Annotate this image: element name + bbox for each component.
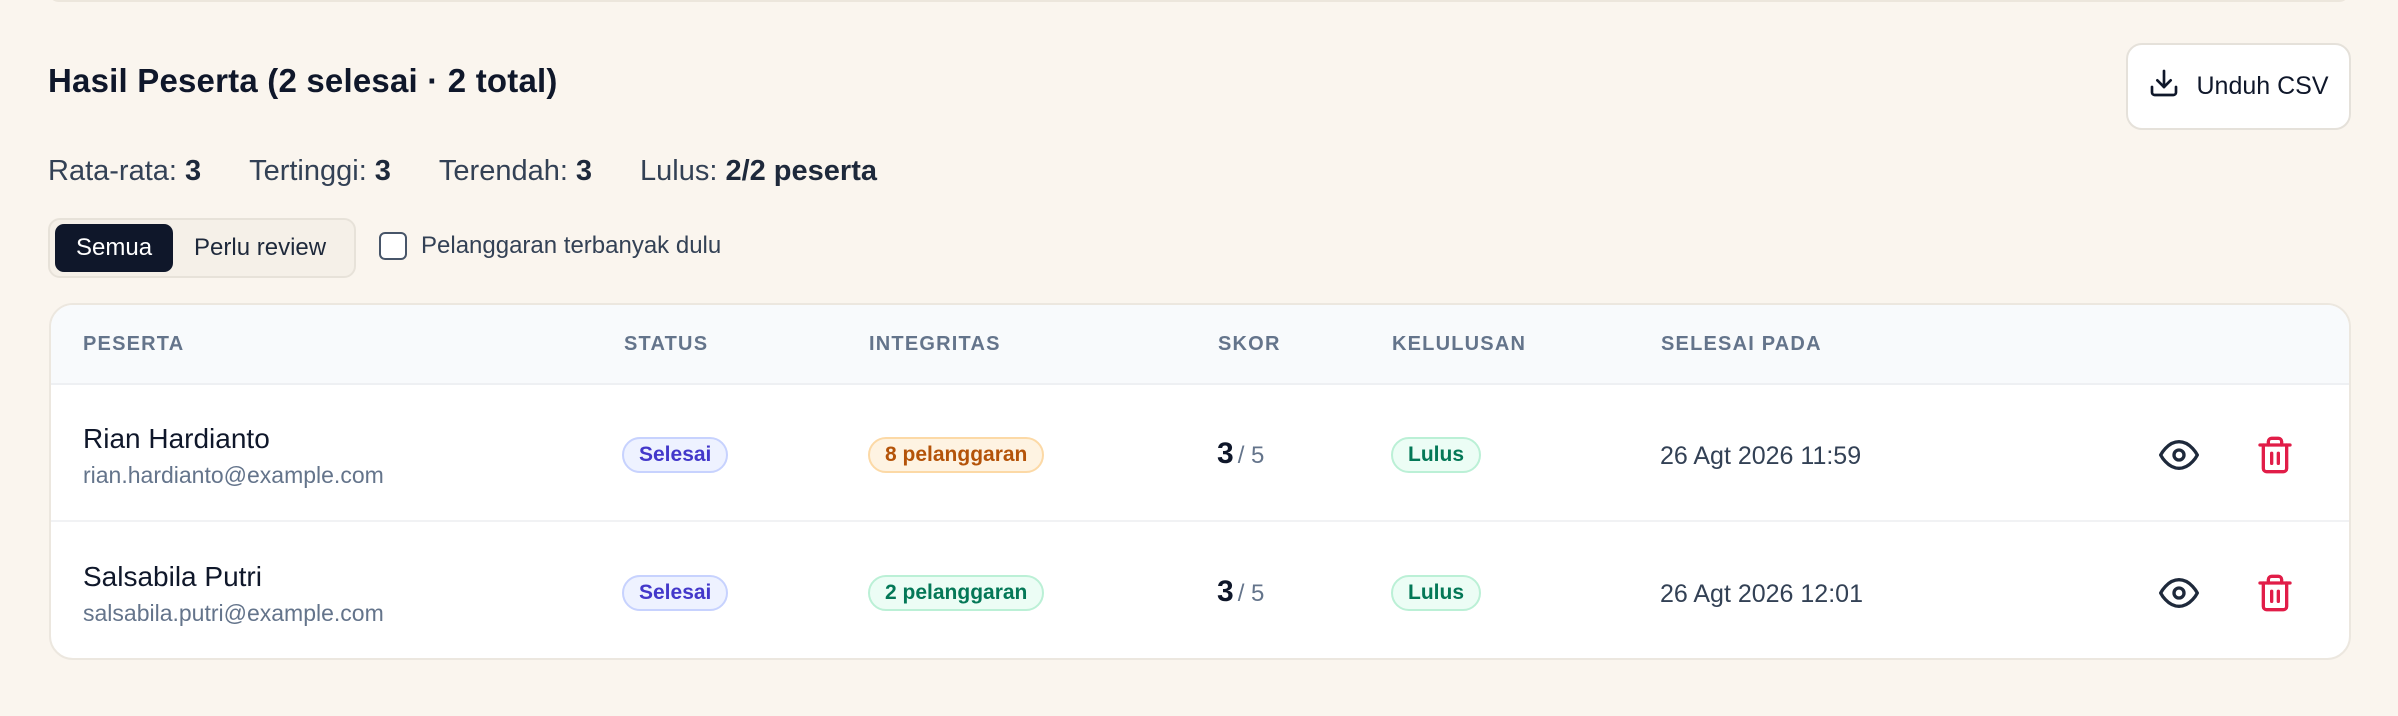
column-header-status: STATUS: [624, 333, 709, 355]
score-value: 3/ 5: [1217, 437, 1265, 470]
column-header-score: SKOR: [1218, 333, 1281, 355]
download-csv-label: Unduh CSV: [2196, 72, 2329, 100]
finished-at: 26 Agt 2026 12:01: [1660, 580, 1863, 608]
participant-name: Salsabila Putri: [83, 561, 262, 592]
column-header-finished-at: SELESAI PADA: [1661, 333, 1822, 355]
filter-needs-review-button[interactable]: Perlu review: [173, 224, 347, 272]
column-header-integrity: INTEGRITAS: [869, 333, 1001, 355]
stat-highest: Tertinggi: 3: [249, 155, 391, 187]
participant-email: rian.hardianto@example.com: [83, 462, 384, 488]
sort-violations-label: Pelanggaran terbanyak dulu: [421, 232, 722, 259]
summary-stats: Rata-rata: 3 Tertinggi: 3 Terendah: 3 Lulus…: [48, 155, 877, 188]
participant-email: salsabila.putri@example.com: [83, 600, 384, 626]
sort-violations-toggle[interactable]: Pelanggaran terbanyak dulu: [379, 232, 721, 260]
table-row: Rian Hardianto rian.hardianto@example.co…: [51, 385, 2349, 522]
finished-at: 26 Agt 2026 11:59: [1660, 442, 1862, 470]
previous-card-edge: [48, 0, 2350, 2]
stat-average: Rata-rata: 3: [48, 155, 202, 187]
sort-violations-checkbox[interactable]: [379, 232, 407, 260]
column-header-result: KELULUSAN: [1392, 333, 1527, 355]
score-value: 3/ 5: [1217, 575, 1265, 608]
eye-icon[interactable]: [2159, 435, 2199, 475]
result-badge: Lulus: [1391, 437, 1481, 473]
status-badge: Selesai: [622, 437, 729, 473]
participant-name: Rian Hardianto: [83, 423, 270, 454]
filter-all-button[interactable]: Semua: [55, 224, 174, 272]
stat-passed: Lulus: 2/2 peserta: [640, 155, 877, 187]
download-csv-button[interactable]: Unduh CSV: [2126, 43, 2351, 130]
stat-lowest: Terendah: 3: [438, 155, 593, 187]
results-table: PESERTA STATUS INTEGRITAS SKOR KELULUSAN…: [49, 303, 2351, 660]
page-title: Hasil Peserta (2 selesai · 2 total): [48, 62, 558, 99]
download-icon: [2148, 67, 2180, 106]
column-header-participant: PESERTA: [83, 333, 185, 355]
status-badge: Selesai: [622, 575, 729, 611]
integrity-badge: 2 pelanggaran: [868, 575, 1045, 611]
integrity-badge: 8 pelanggaran: [868, 437, 1045, 473]
table-header: PESERTA STATUS INTEGRITAS SKOR KELULUSAN…: [51, 305, 2349, 385]
trash-icon[interactable]: [2255, 435, 2295, 475]
trash-icon[interactable]: [2255, 573, 2295, 613]
result-badge: Lulus: [1391, 575, 1481, 611]
eye-icon[interactable]: [2159, 573, 2199, 613]
table-row: Salsabila Putri salsabila.putri@example.…: [51, 523, 2349, 658]
filter-segmented-control: Semua Perlu review: [48, 218, 356, 278]
